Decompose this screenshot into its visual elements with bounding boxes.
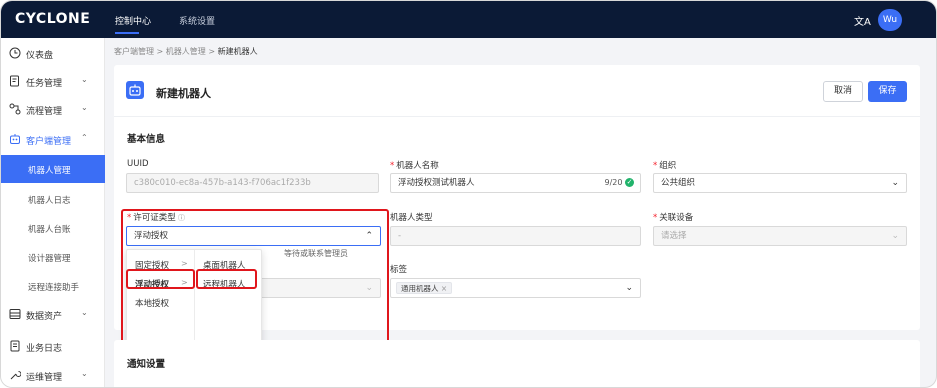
breadcrumb-separator: >	[208, 47, 216, 56]
nav-control-center[interactable]: 控制中心	[115, 14, 151, 27]
device-label-text: 关联设备	[659, 213, 694, 223]
sidebar-sub-robot-log[interactable]: 机器人日志	[1, 185, 105, 213]
org-value: 公共组织	[661, 178, 696, 188]
device-select[interactable]: 请选择 ⌄	[653, 226, 907, 246]
name-input[interactable]: 浮动授权测试机器人 9/20 ✓	[390, 173, 641, 193]
chevron-up-icon: ⌃	[81, 133, 88, 142]
page-title: 新建机器人	[156, 87, 211, 100]
uuid-label: UUID	[127, 159, 149, 169]
check-circle-icon: ✓	[625, 178, 634, 187]
tag-close-icon[interactable]: ×	[441, 284, 447, 293]
breadcrumb: 客户端管理 > 机器人管理 > 新建机器人	[114, 46, 258, 57]
save-button[interactable]: 保存	[868, 81, 907, 102]
device-placeholder: 请选择	[661, 231, 687, 241]
sidebar-item-ops[interactable]: 运维管理 ⌄	[1, 362, 105, 387]
sidebar-item-label: 任务管理	[26, 79, 63, 89]
header-divider	[114, 116, 920, 117]
task-icon	[10, 75, 19, 87]
name-value: 浮动授权测试机器人	[398, 178, 475, 188]
chevron-down-icon: ⌄	[625, 283, 633, 293]
chevron-down-icon: ⌄	[891, 231, 899, 241]
org-label-text: 组织	[659, 161, 677, 171]
device-label: * 关联设备	[653, 211, 693, 223]
notify-card: 通知设置	[114, 340, 920, 387]
sidebar-sub-label: 机器人台账	[28, 225, 71, 235]
cancel-button[interactable]: 取消	[823, 81, 863, 102]
sidebar-sub-remote-helper[interactable]: 远程连接助手	[1, 272, 105, 300]
app-logo: CYCLONE	[15, 11, 91, 27]
char-count: 9/20 ✓	[604, 178, 634, 187]
robot-type-field: -	[390, 226, 641, 246]
name-label: * 机器人名称	[390, 159, 439, 171]
tag-chip: 通用机器人 ×	[396, 282, 453, 294]
log-icon	[10, 340, 20, 352]
sidebar-sub-label: 设计器管理	[28, 254, 71, 264]
sidebar-sub-label: 机器人日志	[28, 196, 71, 206]
sidebar-item-process[interactable]: 流程管理 ⌄	[1, 96, 105, 124]
sidebar-item-label: 客户端管理	[26, 137, 72, 147]
sidebar-sub-label: 远程连接助手	[28, 283, 80, 293]
sidebar-sub-robot-management[interactable]: 机器人管理	[1, 155, 105, 183]
breadcrumb-separator: >	[156, 47, 164, 56]
flow-icon	[9, 103, 21, 115]
required-mark: *	[653, 213, 658, 223]
uuid-field: c380c010-ec8a-457b-a143-f706ac1f233b	[126, 173, 379, 193]
app-window: CYCLONE 控制中心 系统设置 文A Wu 仪表盘 任务管理 ⌄ 流程管理 …	[0, 0, 937, 388]
breadcrumb-current: 新建机器人	[217, 47, 258, 56]
sidebar-sub-designer[interactable]: 设计器管理	[1, 243, 105, 271]
chevron-down-icon: ⌄	[891, 178, 899, 188]
highlight-box-remote	[196, 269, 257, 289]
section-title: 通知设置	[127, 359, 166, 370]
robot-icon	[10, 134, 20, 144]
robot-type-label: 机器人类型	[390, 213, 433, 223]
sidebar-item-label: 运维管理	[26, 373, 63, 383]
org-select[interactable]: 公共组织 ⌄	[653, 173, 907, 193]
breadcrumb-item[interactable]: 客户端管理	[114, 47, 154, 56]
sidebar-item-client[interactable]: 客户端管理 ⌃	[1, 126, 105, 154]
sidebar-item-label: 仪表盘	[26, 51, 54, 61]
clock-icon	[9, 47, 21, 59]
highlight-box-floating	[126, 269, 195, 289]
chevron-down-icon: ⌄	[81, 103, 88, 112]
breadcrumb-item[interactable]: 机器人管理	[166, 47, 206, 56]
org-label: * 组织	[653, 159, 676, 171]
section-title: 基本信息	[127, 134, 166, 145]
translate-icon[interactable]: 文A	[854, 13, 871, 28]
top-bar: CYCLONE 控制中心 系统设置 文A Wu	[1, 1, 936, 38]
required-mark: *	[390, 161, 395, 171]
sidebar-item-dashboard[interactable]: 仪表盘	[1, 40, 105, 68]
chevron-down-icon: ⌄	[81, 308, 88, 317]
tags-select[interactable]: 通用机器人 × ⌄	[390, 278, 641, 298]
required-mark: *	[653, 161, 658, 171]
robot-icon	[126, 81, 144, 99]
sidebar: 仪表盘 任务管理 ⌄ 流程管理 ⌄ 客户端管理 ⌃ 机器人管理 机器人日志 机器…	[1, 38, 105, 387]
nav-system-settings[interactable]: 系统设置	[179, 14, 215, 27]
database-icon	[9, 309, 21, 319]
sidebar-sub-label: 机器人管理	[28, 166, 71, 176]
wrench-icon	[10, 371, 21, 380]
sidebar-item-data-assets[interactable]: 数据资产 ⌄	[1, 301, 105, 329]
sidebar-item-label: 数据资产	[26, 312, 63, 322]
sidebar-item-label: 流程管理	[26, 107, 63, 117]
sidebar-sub-robot-ledger[interactable]: 机器人台账	[1, 214, 105, 242]
chevron-down-icon: ⌄	[81, 369, 88, 378]
user-avatar[interactable]: Wu	[878, 9, 902, 31]
sidebar-item-business-log[interactable]: 业务日志	[1, 333, 105, 361]
sidebar-item-tasks[interactable]: 任务管理 ⌄	[1, 68, 105, 96]
name-label-text: 机器人名称	[396, 161, 439, 171]
tags-label: 标签	[390, 265, 408, 275]
chevron-down-icon: ⌄	[81, 75, 88, 84]
sidebar-item-label: 业务日志	[26, 344, 63, 354]
nav-active-indicator	[115, 32, 139, 34]
